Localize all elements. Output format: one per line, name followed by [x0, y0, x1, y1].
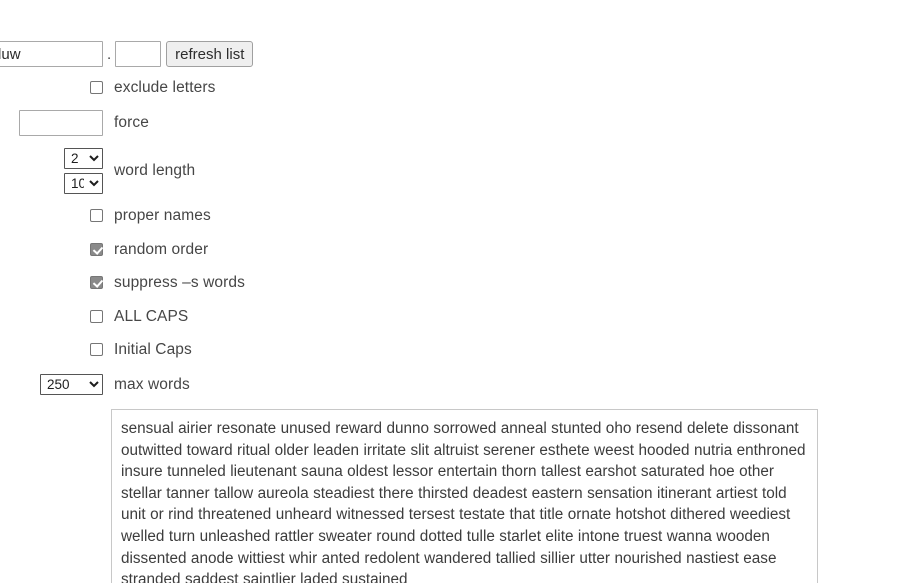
initial-caps-row: Initial Caps	[0, 342, 192, 358]
random-order-control-column	[0, 243, 103, 257]
all-caps-checkbox[interactable]	[90, 310, 103, 324]
random-order-label: random order	[114, 241, 209, 258]
suppress-s-words-checkbox[interactable]	[90, 276, 103, 290]
initial-caps-control-column	[0, 343, 103, 357]
all-caps-label: ALL CAPS	[114, 308, 189, 325]
exclude-letters-row: exclude letters	[0, 80, 215, 96]
word-length-min-select[interactable]: 2345678910	[64, 148, 103, 169]
suppress-s-words-control-column	[0, 276, 103, 290]
refresh-list-button[interactable]: refresh list	[166, 41, 254, 67]
separator-dot: .	[107, 45, 112, 63]
suppress-s-words-row: suppress –s words	[0, 275, 245, 291]
word-length-row: 2345678910 23456789101112 word length	[0, 148, 195, 194]
word-length-select-stack: 2345678910 23456789101112	[64, 148, 103, 194]
force-input[interactable]	[19, 110, 103, 136]
force-row: force	[0, 110, 149, 136]
word-generator-page: . refresh list exclude letters force 234…	[0, 0, 916, 583]
random-order-row: random order	[0, 242, 208, 258]
proper-names-control-column	[0, 209, 103, 223]
letters-control-column	[0, 41, 103, 67]
random-order-checkbox[interactable]	[90, 243, 103, 257]
letters-row: . refresh list	[0, 41, 254, 67]
word-length-max-select[interactable]: 23456789101112	[64, 173, 103, 194]
exclude-letters-control-column	[0, 81, 103, 95]
max-words-row: 1025501002505001000 max words	[0, 374, 190, 395]
word-length-control-column: 2345678910 23456789101112	[0, 148, 103, 194]
max-words-select[interactable]: 1025501002505001000	[40, 374, 103, 395]
force-control-column	[0, 110, 103, 136]
force-label: force	[114, 114, 149, 132]
initial-caps-label: Initial Caps	[114, 341, 192, 358]
all-caps-control-column	[0, 310, 103, 324]
word-length-label: word length	[114, 162, 196, 180]
max-words-control-column: 1025501002505001000	[0, 374, 103, 395]
generated-words-textarea[interactable]	[111, 409, 818, 583]
proper-names-checkbox[interactable]	[90, 209, 103, 223]
output-area-wrapper	[111, 409, 818, 583]
all-caps-row: ALL CAPS	[0, 309, 188, 325]
max-words-label: max words	[114, 375, 190, 393]
exclude-letters-label: exclude letters	[114, 79, 216, 96]
initial-caps-checkbox[interactable]	[90, 343, 103, 357]
digits-input[interactable]	[115, 41, 162, 67]
proper-names-row: proper names	[0, 208, 211, 224]
proper-names-label: proper names	[114, 207, 211, 224]
letters-input[interactable]	[0, 41, 103, 67]
exclude-letters-checkbox[interactable]	[90, 81, 103, 95]
suppress-s-words-label: suppress –s words	[114, 274, 245, 291]
